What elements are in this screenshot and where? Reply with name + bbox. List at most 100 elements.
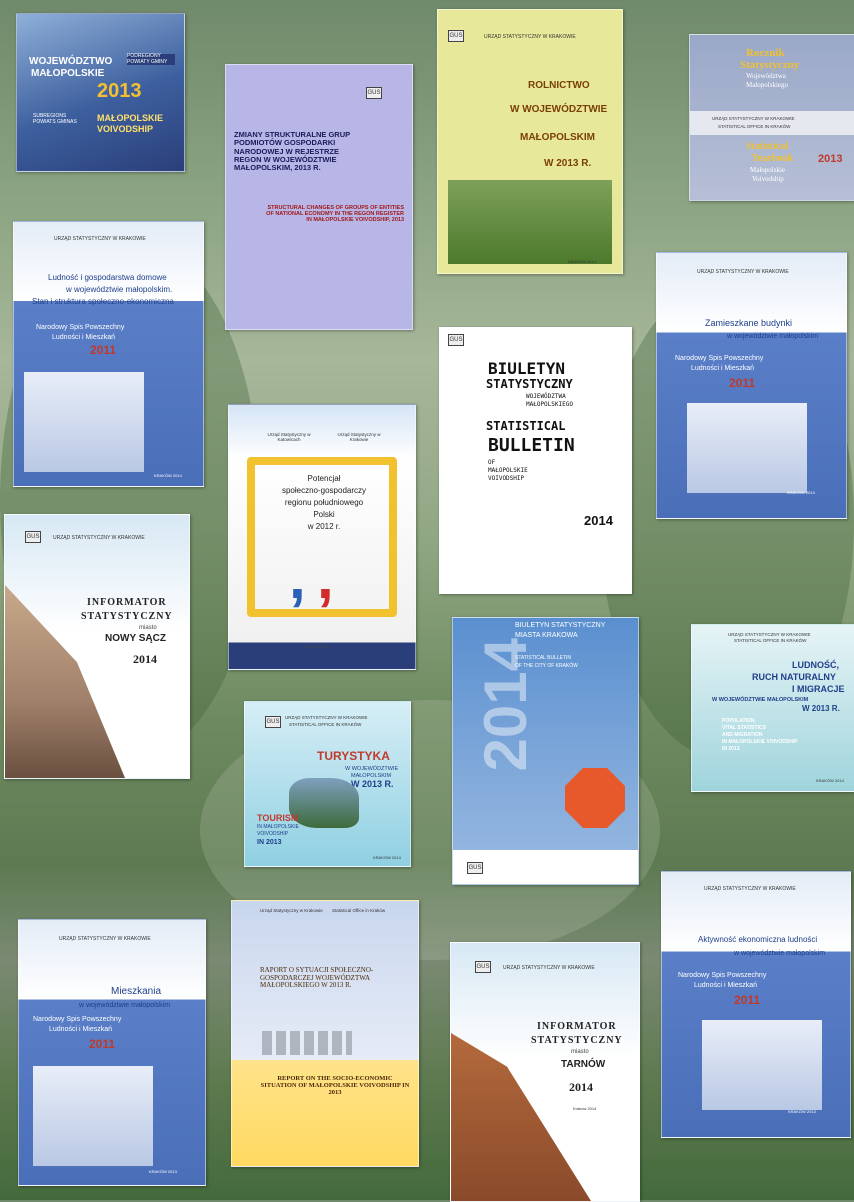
b9-t2: STATYSTYCZNY bbox=[81, 611, 173, 622]
gus-logo-icon: GUS bbox=[467, 862, 483, 874]
b15-foot: Kraków 2014 bbox=[573, 1106, 597, 1111]
b7-t2: społeczno-gospodarczy bbox=[281, 486, 367, 495]
book-biuletyn-krakow[interactable]: 2014 BIULETYN STATYSTYCZNY MIASTA KRAKOW… bbox=[452, 617, 639, 885]
b4-year: 2013 bbox=[818, 153, 843, 165]
b8-l2: STATYSTYCZNY bbox=[486, 377, 573, 391]
b4-l8: Voivodship bbox=[752, 175, 784, 183]
b15-t3: miasto bbox=[571, 1049, 589, 1055]
b3-l1: ROLNICTWO bbox=[528, 80, 590, 91]
orange-octagon-badge bbox=[565, 768, 625, 828]
b5-t1: Ludność i gospodarstwa domowe bbox=[48, 273, 167, 282]
b4-l7: Małopolskie bbox=[750, 166, 785, 174]
book-potencjal[interactable]: Urząd Statystyczny w Katowicach Urząd St… bbox=[228, 404, 416, 670]
b4-l6: Yearbook bbox=[752, 153, 794, 164]
gus-logo-icon: GUS bbox=[448, 30, 464, 42]
b16-foot: KRAKÓW 2013 bbox=[788, 1109, 816, 1114]
b7-foot: Katowice 2014 bbox=[305, 644, 332, 649]
book-wojewodztwo-malopolskie-2013[interactable]: WOJEWÓDZTWO MAŁOPOLSKIE 2013 MAŁOPOLSKIE… bbox=[16, 13, 185, 172]
b11-t3: I MIGRACJE bbox=[792, 684, 845, 694]
b12-e3: VOIVODSHIP bbox=[257, 831, 289, 837]
book-ludnosc-ruch-naturalny[interactable]: URZĄD STATYSTYCZNY W KRAKOWIE STATISTICA… bbox=[691, 624, 854, 792]
book-zmiany-strukturalne[interactable]: GUS ZMIANY STRUKTURALNE GRUP PODMIOTÓW G… bbox=[225, 64, 413, 330]
b5-t2: w województwie małopolskim. bbox=[66, 285, 173, 294]
b3-l4: W 2013 R. bbox=[544, 158, 592, 169]
b5-n1: Narodowy Spis Powszechny bbox=[36, 324, 125, 331]
b13-n2: Ludności i Mieszkań bbox=[49, 1026, 113, 1033]
house-illustration bbox=[687, 403, 807, 493]
b13-t1: Mieszkania bbox=[111, 986, 162, 997]
b5-foot: KRAKÓW 2014 bbox=[154, 473, 182, 478]
book-aktywnosc-ekonomiczna[interactable]: URZĄD STATYSTYCZNY W KRAKOWIE Aktywność … bbox=[661, 871, 851, 1138]
b5-n2: Ludności i Mieszkań bbox=[52, 334, 116, 341]
b12-h1: URZĄD STATYSTYCZNY W KRAKOWIE bbox=[285, 715, 368, 720]
b1-line4: VOIVODSHIP bbox=[97, 124, 154, 134]
b14-title-en: REPORT ON THE SOCIO-ECONOMIC SITUATION O… bbox=[260, 1075, 410, 1097]
b16-year: 2011 bbox=[734, 993, 761, 1007]
house-illustration bbox=[33, 1066, 153, 1166]
b14-h2: Statistical Office in Kraków bbox=[332, 908, 386, 913]
book-mieszkania[interactable]: URZĄD STATYSTYCZNY W KRAKOWIE Mieszkania… bbox=[18, 919, 206, 1186]
b5-t3: Stan i struktura społeczno-ekonomiczna bbox=[32, 297, 174, 306]
b11-h2: STATISTICAL OFFICE IN KRAKÓW bbox=[734, 638, 807, 643]
b14-h1: Urząd Statystyczny w Krakowie bbox=[260, 908, 323, 913]
book-raport-o-sytuacji[interactable]: Urząd Statystyczny w Krakowie Statistica… bbox=[231, 900, 419, 1167]
b15-header: URZĄD STATYSTYCZNY W KRAKOWIE bbox=[503, 965, 595, 971]
gus-logo-icon: GUS bbox=[265, 716, 281, 728]
b16-n1: Narodowy Spis Powszechny bbox=[678, 972, 767, 979]
b10-t4: OF THE CITY OF KRAKÓW bbox=[515, 663, 578, 669]
b4-m2: STATISTICAL OFFICE IN KRAKÓW bbox=[718, 124, 791, 129]
book-rocznik-statystyczny[interactable]: Rocznik Statystyczny Województwa Małopol… bbox=[689, 34, 854, 201]
b1-line3: MAŁOPOLSKIE bbox=[97, 113, 164, 123]
gus-logo-icon: GUS bbox=[25, 531, 41, 543]
b2-title-pl: ZMIANY STRUKTURALNE GRUP PODMIOTÓW GOSPO… bbox=[234, 130, 350, 172]
b14-title-pl: RAPORT O SYTUACJI SPOŁECZNO-GOSPODARCZEJ… bbox=[260, 966, 374, 990]
b9-t4: NOWY SĄCZ bbox=[105, 633, 166, 644]
b11-t4: W WOJEWÓDZTWIE MAŁOPOLSKIM bbox=[712, 697, 809, 703]
b15-year: 2014 bbox=[569, 1080, 593, 1094]
b16-t1: Aktywność ekonomiczna ludności bbox=[698, 935, 818, 944]
book-rolnictwo-2013[interactable]: GUS URZĄD STATYSTYCZNY W KRAKOWIE ROLNIC… bbox=[437, 9, 623, 274]
b4-l1: Rocznik bbox=[746, 47, 785, 59]
b11-e3: AND MIGRATION bbox=[722, 732, 763, 738]
b11-t2: RUCH NATURALNY bbox=[752, 672, 836, 682]
b11-t5: W 2013 R. bbox=[802, 704, 840, 713]
b7-t5: w 2012 r. bbox=[307, 522, 341, 531]
book-turystyka[interactable]: GUS URZĄD STATYSTYCZNY W KRAKOWIE STATIS… bbox=[244, 701, 411, 867]
b5-year: 2011 bbox=[90, 343, 117, 357]
b7-h1: Urząd Statystyczny w Katowicach bbox=[267, 432, 311, 442]
book-biuletyn-statystyczny[interactable]: GUS BIULETYN STATYSTYCZNY WOJEWÓDZTWA MA… bbox=[439, 327, 632, 594]
b12-e4: IN 2013 bbox=[257, 839, 282, 846]
quote-mark-icon: , bbox=[317, 544, 334, 611]
b7-t4: Polski bbox=[313, 510, 335, 519]
bar-chart-illustration bbox=[262, 1031, 352, 1055]
b6-n2: Ludności i Mieszkań bbox=[691, 365, 755, 372]
b8-l4: MAŁOPOLSKIEGO bbox=[526, 401, 573, 408]
b12-t2: W WOJEWÓDZTWIE bbox=[345, 766, 399, 772]
b11-e4: IN MAŁOPOLSKIE VOIVODSHIP bbox=[722, 739, 798, 745]
b5-header: URZĄD STATYSTYCZNY W KRAKOWIE bbox=[54, 236, 146, 242]
b4-l3: Województwa bbox=[746, 72, 786, 80]
b8-l6: BULLETIN bbox=[488, 435, 575, 456]
b3-l2: W WOJEWÓDZTWIE bbox=[510, 104, 608, 115]
book-informator-tarnow[interactable]: GUS URZĄD STATYSTYCZNY W KRAKOWIE INFORM… bbox=[450, 942, 640, 1202]
book-informator-nowy-sacz[interactable]: GUS URZĄD STATYSTYCZNY W KRAKOWIE INFORM… bbox=[4, 514, 190, 779]
book-ludnosc-gospodarstwa[interactable]: URZĄD STATYSTYCZNY W KRAKOWIE Ludność i … bbox=[13, 221, 204, 487]
house-illustration bbox=[702, 1020, 822, 1110]
b13-foot: KRAKÓW 2013 bbox=[149, 1169, 177, 1174]
book-zamieszkane-budynki[interactable]: URZĄD STATYSTYCZNY W KRAKOWIE Zamieszkan… bbox=[656, 252, 847, 519]
b2-title-en: STRUCTURAL CHANGES OF GROUPS OF ENTITIES… bbox=[266, 205, 404, 224]
b8-l7: OF bbox=[488, 459, 496, 466]
b7-t1: Potencjał bbox=[307, 474, 341, 483]
b16-n2: Ludności i Mieszkań bbox=[694, 982, 758, 989]
gus-logo-icon: GUS bbox=[448, 334, 464, 346]
b4-l5: Statistical bbox=[746, 141, 789, 152]
b12-t4: W 2013 R. bbox=[351, 779, 394, 789]
b4-m1: URZĄD STATYSTYCZNY W KRAKOWIE bbox=[712, 116, 795, 121]
b9-year: 2014 bbox=[133, 652, 157, 666]
quote-mark-icon: , bbox=[289, 544, 306, 611]
b11-e1: POPULATION, bbox=[722, 718, 756, 724]
b8-l3: WOJEWÓDZTWA bbox=[526, 393, 566, 400]
b11-foot: KRAKÓW 2014 bbox=[816, 778, 844, 783]
b10-t3: STATISTICAL BULLETIN bbox=[515, 655, 572, 661]
b4-middle-band bbox=[690, 111, 854, 135]
